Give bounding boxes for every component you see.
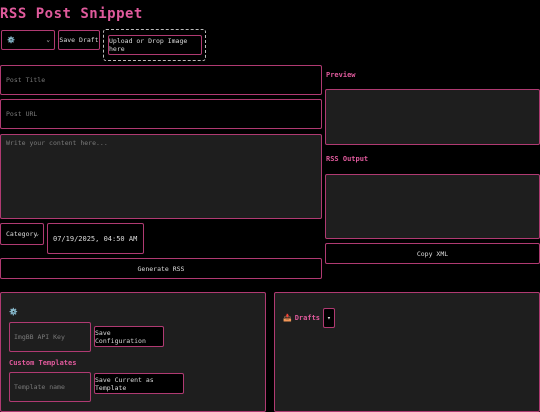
inbox-icon: 📥 (283, 314, 292, 322)
datetime-value: 07/19/2025, 04:50 AM (53, 234, 138, 243)
drafts-panel: 📥 Drafts ▾ (274, 292, 540, 412)
generate-rss-button[interactable]: Generate RSS (0, 258, 322, 279)
save-draft-button[interactable]: Save Draft (58, 30, 100, 50)
api-key-placeholder: ImgBB API Key (14, 333, 65, 341)
post-url-placeholder: Post URL (6, 110, 38, 118)
emoji-select-value: ⚙️ (7, 36, 16, 44)
page-title: RSS Post Snippet (0, 6, 143, 22)
template-name-input[interactable]: Template name (9, 372, 91, 402)
upload-image-button[interactable]: Upload or Drop Image here (108, 35, 202, 55)
gear-icon: ⚙️ (9, 308, 18, 316)
chevron-down-icon: ⌄ (46, 36, 50, 44)
post-url-input[interactable]: Post URL (0, 99, 322, 129)
datetime-input[interactable]: 07/19/2025, 04:50 AM (47, 223, 144, 254)
save-configuration-button[interactable]: Save Configuration (94, 326, 164, 347)
save-template-button[interactable]: Save Current as Template (94, 373, 184, 394)
custom-templates-heading: Custom Templates (9, 359, 77, 367)
drafts-header: 📥 Drafts (283, 314, 320, 322)
rss-output-panel[interactable] (325, 174, 540, 239)
post-title-placeholder: Post Title (6, 76, 46, 84)
category-select[interactable]: Category ⌄ (0, 223, 44, 245)
config-panel: ⚙️ ImgBB API Key Save Configuration Cust… (0, 292, 266, 412)
content-textarea[interactable]: Write your content here... (0, 134, 322, 219)
content-placeholder: Write your content here... (6, 139, 108, 147)
emoji-select[interactable]: ⚙️ ⌄ (1, 30, 55, 50)
drafts-label: Drafts (294, 314, 321, 322)
chevron-down-icon: ⌄ (35, 230, 39, 238)
template-name-placeholder: Template name (14, 383, 65, 391)
category-select-value: Category (6, 230, 38, 238)
drafts-toggle-button[interactable]: ▾ (323, 308, 335, 328)
api-key-input[interactable]: ImgBB API Key (9, 322, 91, 352)
rss-output-label: RSS Output (326, 155, 369, 163)
preview-label: Preview (326, 71, 356, 79)
copy-xml-button[interactable]: Copy XML (325, 243, 540, 264)
image-drop-zone[interactable]: Upload or Drop Image here (103, 29, 206, 61)
post-title-input[interactable]: Post Title (0, 65, 322, 95)
preview-panel (325, 89, 540, 145)
